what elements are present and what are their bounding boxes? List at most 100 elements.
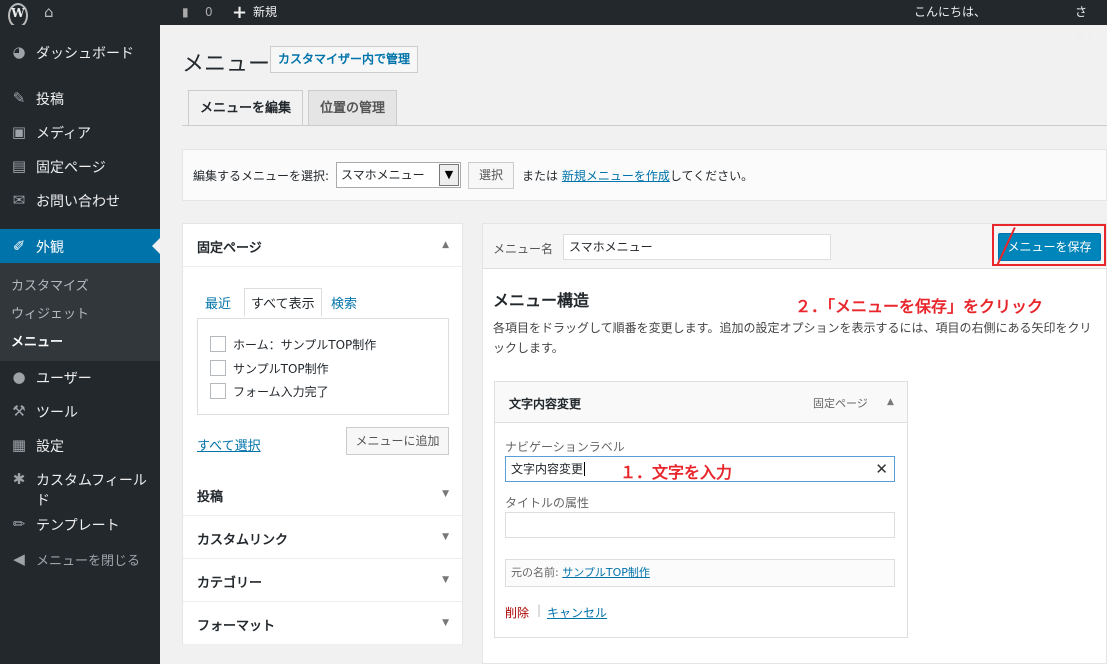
- accordion-title: 投稿: [197, 490, 224, 505]
- page-checkbox[interactable]: [210, 383, 226, 399]
- manage-in-customizer-button[interactable]: カスタマイザー内で管理: [270, 46, 419, 73]
- create-menu-link[interactable]: 新規メニューを作成: [562, 169, 670, 183]
- close-icon[interactable]: ✕: [875, 457, 888, 481]
- categories-accordion-header[interactable]: カテゴリー ▼: [183, 559, 462, 602]
- sidebar-item-posts[interactable]: ✎ 投稿: [0, 81, 160, 115]
- tab-recent[interactable]: 最近: [205, 293, 231, 312]
- sidebar-item-custom-fields[interactable]: ✱ カスタムフィールド: [0, 462, 160, 509]
- arrow-down-icon: ▼: [442, 618, 449, 628]
- sidebar-item-label: テンプレート: [36, 518, 120, 534]
- add-menu-items-panel: 固定ページ ▲ 最近 すべて表示 検索 ホーム：サンプルTOP制作 サンプルTO…: [182, 223, 463, 645]
- original-name: 元の名前: サンプルTOP制作: [505, 559, 895, 587]
- posts-accordion-header[interactable]: 投稿 ▼: [183, 473, 462, 516]
- brush-icon: ✐: [12, 237, 26, 255]
- menu-management: メニュー名 スマホメニュー メニューを保存 メニュー構造 各項目をドラッグして順…: [482, 223, 1107, 664]
- plus-icon[interactable]: +: [232, 0, 247, 25]
- menu-select-value: スマホメニュー: [341, 168, 425, 182]
- sidebar-item-settings[interactable]: ▦ 設定: [0, 428, 160, 462]
- link-separator: |: [537, 603, 542, 617]
- collapse-arrow-icon: ◀: [13, 550, 25, 568]
- sidebar-item-pages[interactable]: ▤ 固定ページ: [0, 149, 160, 183]
- select-all-link[interactable]: すべて選択: [197, 435, 261, 454]
- sidebar-item-label: 外観: [36, 240, 64, 256]
- sidebar-item-label: 設定: [36, 439, 64, 455]
- arrow-down-icon: ▼: [442, 489, 449, 499]
- select-button[interactable]: 選択: [468, 162, 515, 189]
- home-icon[interactable]: ⌂: [44, 0, 54, 25]
- sidebar-item-media[interactable]: ▣ メディア: [0, 115, 160, 149]
- original-page-link[interactable]: サンプルTOP制作: [562, 566, 650, 579]
- menu-item-header[interactable]: 文字内容変更 固定ページ ▲: [495, 382, 907, 423]
- sidebar-item-label: カスタムフィールド: [36, 473, 147, 509]
- sidebar-item-label: ユーザー: [36, 371, 92, 387]
- annotation-step1: １．文字を入力: [620, 463, 733, 482]
- chevron-down-icon[interactable]: ▼: [439, 164, 459, 186]
- appearance-submenu: カスタマイズ ウィジェット メニュー: [0, 263, 160, 361]
- sidebar-item-label: 投稿: [36, 92, 64, 108]
- add-to-menu-button[interactable]: メニューに追加: [346, 427, 449, 455]
- tab-edit-menus[interactable]: メニューを編集: [188, 90, 304, 126]
- sidebar-item-template[interactable]: ✏ テンプレート: [0, 507, 160, 541]
- comment-icon[interactable]: ▮: [182, 0, 189, 25]
- submenu-item-widgets[interactable]: ウィジェット: [11, 303, 89, 322]
- sidebar-item-users[interactable]: ● ユーザー: [0, 360, 160, 394]
- original-label: 元の名前:: [511, 566, 559, 579]
- page-checkbox[interactable]: [210, 360, 226, 376]
- tab-manage-locations[interactable]: 位置の管理: [308, 90, 398, 126]
- submenu-item-menus[interactable]: メニュー: [11, 331, 63, 350]
- sidebar-item-appearance[interactable]: ✐ 外観: [0, 229, 160, 263]
- title-attr-input[interactable]: [505, 512, 895, 538]
- sidebar-item-label: メディア: [36, 126, 92, 142]
- submenu-item-customize[interactable]: カスタマイズ: [11, 275, 89, 294]
- gear-icon: ✱: [12, 470, 26, 488]
- collapse-menu-button[interactable]: ◀ メニューを閉じる: [0, 542, 160, 576]
- media-icon: ▣: [11, 123, 27, 141]
- sidebar-item-tools[interactable]: ⚒ ツール: [0, 394, 160, 428]
- formats-accordion-header[interactable]: フォーマット ▼: [183, 602, 462, 645]
- tab-view-all[interactable]: すべて表示: [244, 288, 322, 317]
- sidebar-item-dashboard[interactable]: ◕ ダッシュボード: [0, 35, 160, 69]
- sidebar-item-label: ダッシュボード: [36, 46, 134, 62]
- new-content-link[interactable]: 新規: [253, 0, 277, 25]
- admin-sidebar: ◕ ダッシュボード ✎ 投稿 ▣ メディア ▤ 固定ページ ✉ お問い合わせ ✐…: [0, 25, 160, 664]
- sidebar-item-label: お問い合わせ: [36, 194, 120, 210]
- pages-checklist: ホーム：サンプルTOP制作 サンプルTOP制作 フォーム入力完了: [197, 318, 449, 415]
- dashboard-icon: ◕: [12, 43, 26, 61]
- arrow-up-icon: ▲: [442, 240, 449, 250]
- save-menu-button[interactable]: メニューを保存: [998, 233, 1101, 261]
- sidebar-item-label: 固定ページ: [36, 160, 106, 176]
- menu-name-input[interactable]: スマホメニュー: [563, 234, 831, 260]
- page-checkbox-label: ホーム：サンプルTOP制作: [233, 338, 377, 352]
- menu-select-label: 編集するメニューを選択:: [193, 169, 330, 183]
- annotation-step2: ２．「メニューを保存」をクリック: [795, 297, 1044, 316]
- pen-icon: ✏: [12, 515, 26, 533]
- menu-name-label: メニュー名: [493, 242, 554, 256]
- menu-item-type: 固定ページ: [813, 397, 868, 410]
- menu-select-bar: 編集するメニューを選択: スマホメニュー ▼ 選択 または 新規メニューを作成し…: [182, 149, 1107, 201]
- nav-label-label: ナビゲーションラベル: [505, 440, 625, 454]
- collapse-menu-label: メニューを閉じる: [36, 554, 141, 569]
- or-text: または: [522, 169, 559, 183]
- pin-icon: ✎: [12, 89, 26, 107]
- delete-link[interactable]: 削除: [505, 604, 529, 621]
- page-checkbox[interactable]: [210, 336, 226, 352]
- accordion-title: カテゴリー: [197, 576, 263, 591]
- accordion-title: カスタムリンク: [197, 533, 289, 548]
- create-menu-text: または 新規メニューを作成してください。: [522, 167, 753, 184]
- arrow-up-icon[interactable]: ▲: [887, 397, 894, 407]
- comment-count[interactable]: 0: [205, 0, 213, 25]
- create-menu-suffix: してください。: [669, 169, 754, 183]
- accordion-title: フォーマット: [197, 619, 276, 634]
- greeting-text[interactable]: こんにちは、: [914, 0, 986, 25]
- page-checkbox-label: フォーム入力完了: [233, 385, 329, 399]
- menu-structure-description: 各項目をドラッグして順番を変更します。追加の設定オプションを表示するには、項目の…: [493, 321, 1092, 355]
- cancel-link[interactable]: キャンセル: [547, 604, 607, 621]
- custom-links-accordion-header[interactable]: カスタムリンク ▼: [183, 516, 462, 559]
- page-title: メニュー: [182, 52, 271, 77]
- pages-accordion-header[interactable]: 固定ページ ▲: [183, 224, 462, 267]
- greeting-suffix[interactable]: さん！: [1075, 0, 1107, 44]
- menu-item-title: 文字内容変更: [509, 397, 582, 411]
- sidebar-item-contact[interactable]: ✉ お問い合わせ: [0, 183, 160, 217]
- tab-search[interactable]: 検索: [331, 293, 357, 312]
- menu-select-dropdown[interactable]: スマホメニュー ▼: [336, 162, 461, 188]
